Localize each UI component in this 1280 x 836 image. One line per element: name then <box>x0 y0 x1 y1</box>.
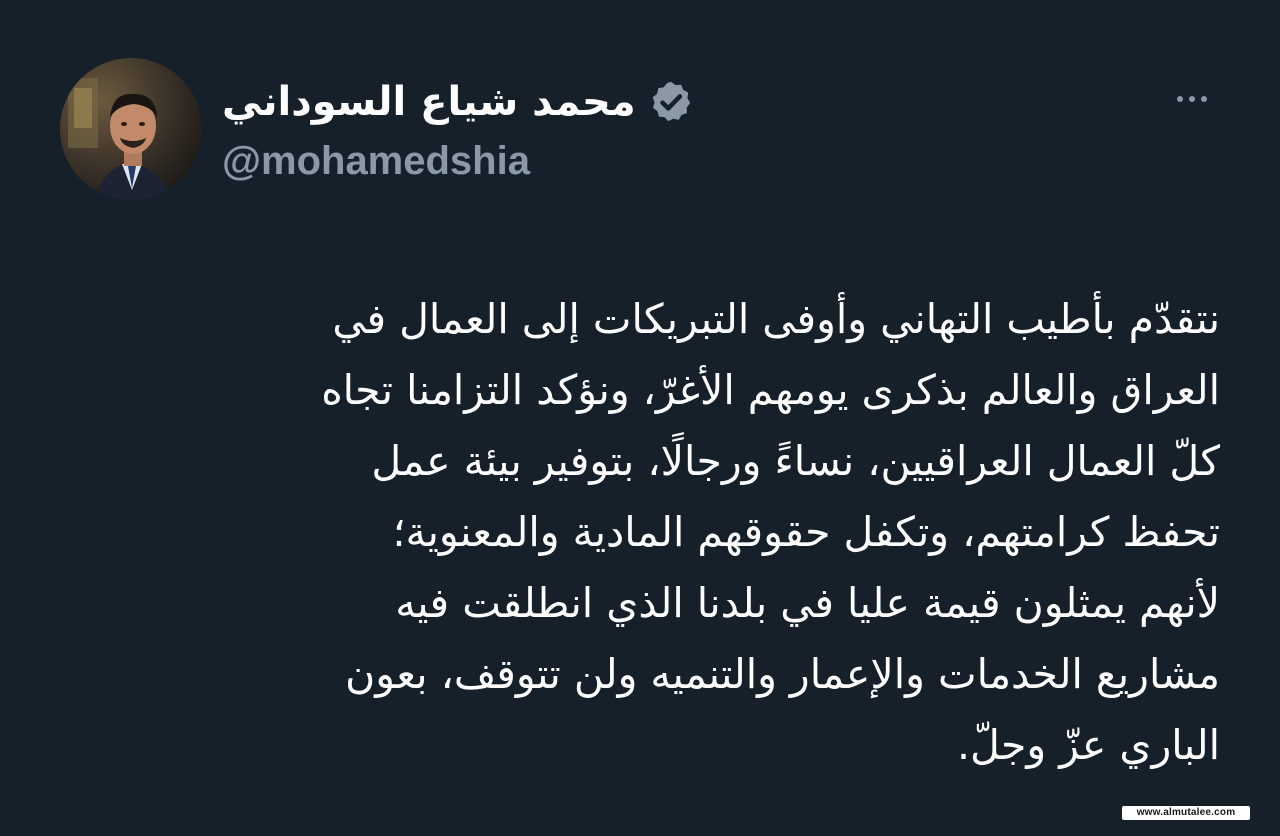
tweet-text-line: الباري عزّ وجلّ. <box>956 721 1220 769</box>
tweet-text-line: لأنهم يمثلون قيمة عليا في بلدنا الذي انط… <box>395 579 1220 627</box>
verified-badge-icon <box>652 81 690 122</box>
watermark: www.almutalee.com <box>1122 806 1250 820</box>
author-handle[interactable]: @mohamedshia <box>222 136 530 186</box>
profile-photo-icon <box>60 58 202 200</box>
more-options-icon-dot <box>1189 96 1195 102</box>
tweet-screenshot: محمد شياع السوداني @mohamedshia نتقدّم ب… <box>0 0 1280 836</box>
author-display-name[interactable]: محمد شياع السوداني <box>222 72 636 132</box>
tweet-text-line: العراق والعالم بذكرى يومهم الأغرّ، ونؤكد… <box>321 366 1220 414</box>
more-options-icon-dot <box>1201 96 1207 102</box>
tweet-text-line: مشاريع الخدمات والإعمار والتنميه ولن تتو… <box>345 650 1220 698</box>
avatar[interactable] <box>60 58 202 200</box>
author-name-row: محمد شياع السوداني <box>222 72 694 132</box>
tweet-text: نتقدّم بأطيب التهاني وأوفى التبريكات إلى… <box>60 284 1220 781</box>
more-options-button[interactable] <box>1168 82 1216 116</box>
tweet-text-line: كلّ العمال العراقيين، نساءً ورجالًا، بتو… <box>371 437 1220 485</box>
more-options-icon-dot <box>1177 96 1183 102</box>
tweet-text-line: نتقدّم بأطيب التهاني وأوفى التبريكات إلى… <box>332 295 1220 343</box>
tweet-text-line: تحفظ كرامتهم، وتكفل حقوقهم المادية والمع… <box>392 508 1220 556</box>
